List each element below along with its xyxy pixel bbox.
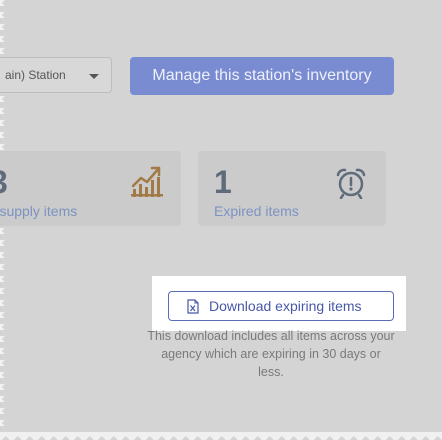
oversupply-count: 3 — [0, 164, 8, 201]
oversupply-card[interactable]: 3 ersupply items — [0, 151, 181, 226]
torn-edge-bottom — [0, 432, 442, 440]
station-select[interactable]: ain) Station — [0, 57, 112, 93]
manage-inventory-button[interactable]: Manage this station's inventory — [130, 57, 394, 95]
alarm-clock-icon — [336, 168, 366, 199]
expired-label: Expired items — [214, 203, 299, 219]
station-select-value: ain) Station — [5, 68, 66, 82]
expired-count: 1 — [214, 164, 232, 200]
download-note: This download includes all items across … — [147, 329, 395, 379]
chevron-down-icon — [89, 74, 99, 79]
page-background: ain) Station Manage this station's inven… — [0, 0, 442, 440]
trend-up-chart-icon — [131, 166, 163, 197]
download-button-label: Download expiring items — [209, 298, 362, 314]
download-expiring-button[interactable]: Download expiring items — [168, 291, 394, 321]
excel-file-icon — [187, 299, 199, 314]
expired-card[interactable]: 1 Expired items — [198, 151, 386, 226]
oversupply-label: ersupply items — [0, 203, 78, 219]
